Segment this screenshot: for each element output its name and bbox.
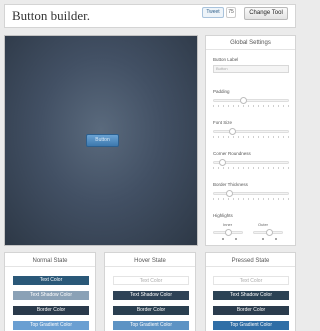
inner-label: Inner (223, 222, 233, 227)
top-gradient-color-swatch[interactable]: Top Gradient Color (213, 321, 289, 330)
global-settings-panel: Global Settings Button Label Button Padd… (205, 35, 296, 246)
font-size-ticks (213, 136, 289, 138)
divider (206, 49, 295, 50)
outer-max-dot (275, 238, 277, 240)
pressed-state-panel: Pressed State Text Color Text Shadow Col… (205, 252, 296, 331)
outer-highlight-handle[interactable] (265, 229, 273, 236)
text-color-swatch[interactable]: Text Color (13, 276, 89, 285)
border-thickness-ticks (213, 198, 289, 200)
inner-highlight-slider[interactable] (213, 229, 243, 236)
border-color-swatch[interactable]: Border Color (13, 306, 89, 315)
inner-highlight-handle[interactable] (224, 229, 232, 236)
inner-max-dot (235, 238, 237, 240)
divider (105, 266, 195, 267)
preview-canvas: Button (4, 35, 198, 246)
outer-min-dot (262, 238, 264, 240)
normal-state-panel: Normal State Text Color Text Shadow Colo… (4, 252, 96, 331)
top-gradient-color-swatch[interactable]: Top Gradient Color (13, 321, 89, 330)
outer-highlight-slider[interactable] (253, 229, 283, 236)
state-title: Hover State (134, 258, 166, 264)
padding-slider-handle[interactable] (240, 97, 248, 104)
highlights-label: Highlights (213, 213, 233, 218)
divider (5, 266, 95, 267)
hover-state-panel: Hover State Text Color Text Shadow Color… (104, 252, 196, 331)
preview-button[interactable]: Button (86, 134, 119, 147)
padding-label: Padding (213, 89, 230, 94)
corner-roundness-ticks (213, 167, 289, 169)
button-label-label: Button Label (213, 57, 239, 62)
text-shadow-color-swatch[interactable]: Text Shadow Color (13, 291, 89, 300)
state-title: Pressed State (231, 258, 270, 264)
text-shadow-color-swatch[interactable]: Text Shadow Color (113, 291, 189, 300)
app-title: Button builder. (12, 8, 90, 23)
text-color-swatch[interactable]: Text Color (113, 276, 189, 285)
padding-slider[interactable] (213, 97, 289, 104)
button-label-input[interactable]: Button (213, 65, 289, 73)
text-color-swatch[interactable]: Text Color (213, 276, 289, 285)
corner-roundness-label: Corner Roundness (213, 151, 251, 156)
text-shadow-color-swatch[interactable]: Text Shadow Color (213, 291, 289, 300)
border-thickness-slider-handle[interactable] (226, 190, 234, 197)
divider (206, 266, 295, 267)
settings-title: Global Settings (230, 40, 271, 46)
tweet-count: 75 (226, 7, 236, 18)
font-size-slider-handle[interactable] (229, 128, 237, 135)
border-thickness-slider[interactable] (213, 190, 289, 197)
font-size-label: Font Size (213, 120, 233, 125)
corner-roundness-slider[interactable] (213, 159, 289, 166)
padding-ticks (213, 105, 289, 107)
font-size-slider[interactable] (213, 128, 289, 135)
state-title: Normal State (32, 258, 68, 264)
corner-roundness-slider-handle[interactable] (219, 159, 227, 166)
border-color-swatch[interactable]: Border Color (213, 306, 289, 315)
outer-label: Outer (258, 222, 269, 227)
tweet-button[interactable]: Tweet (202, 7, 224, 18)
top-gradient-color-swatch[interactable]: Top Gradient Color (113, 321, 189, 330)
inner-min-dot (222, 238, 224, 240)
border-color-swatch[interactable]: Border Color (113, 306, 189, 315)
border-thickness-label: Border Thickness (213, 182, 248, 187)
change-tool-button[interactable]: Change Tool (244, 7, 288, 20)
